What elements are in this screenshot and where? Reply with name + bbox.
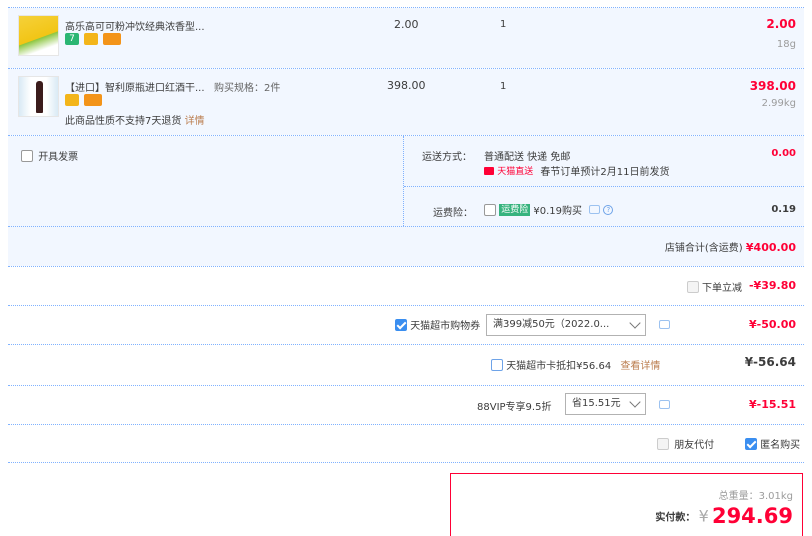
product-tags: 7 [65,33,123,45]
card-deduction-option[interactable]: 天猫超市卡抵扣¥56.64 查看详情 [491,357,660,372]
order-options-panel: 开具发票 运送方式： 普通配送 快递 免邮 天猫直送 春节订单预计2月11日前发… [8,136,804,266]
insurance-checkbox[interactable] [484,203,496,216]
insurance-badge: 运费险 [499,203,531,216]
quantity: 1 [500,81,507,92]
unit-price: 398.00 [387,79,426,92]
insurance-label: 运费险： [433,208,473,219]
anonymous-checkbox[interactable] [745,437,757,450]
actual-payment-label: 实付款： [655,512,696,524]
return-notice-text: 此商品性质不支持7天退货 [65,116,182,127]
instant-discount-option: 下单立减 [686,279,742,294]
divider [8,462,804,463]
shipping-cost: 0.00 [771,148,796,159]
product-name[interactable]: 高乐高可可粉冲饮经典浓香型... [65,18,205,33]
tmall-direct-icon [484,166,494,175]
chat-icon[interactable] [589,205,601,214]
return-detail-link[interactable]: 详情 [185,116,205,127]
return-notice: 此商品性质不支持7天退货 详情 [65,112,205,127]
vip-label: 88VIP专享9.5折 [477,402,552,413]
shipping-note: 春节订单预计2月11日前发货 [540,167,670,178]
insurance-option[interactable]: 运费险 ¥0.19购买 ? [484,202,614,217]
chevron-down-icon [629,396,641,408]
vertical-divider [403,136,404,226]
shipping-label: 运送方式： [422,152,472,163]
coupon-label: 天猫超市购物券 [410,321,481,332]
instant-discount-checkbox [686,280,699,293]
product-name[interactable]: 【进口】智利原瓶进口红酒干... [65,79,205,94]
guarantee-icon [65,94,79,106]
coupon-select[interactable]: 满399减50元（2022.0... [486,314,646,336]
unit-price: 2.00 [394,18,419,31]
help-icon[interactable]: ? [603,204,614,215]
store-total-value: ¥400.00 [745,241,796,254]
insurance-price: ¥0.19购买 [533,206,583,217]
item-weight: 2.99kg [761,98,796,109]
payment-summary: 总重量：3.01kg 实付款： ¥ 294.69 [450,473,803,536]
total-weight: 总重量：3.01kg [719,487,793,502]
total-weight-label: 总重量： [718,491,759,502]
product-tags [65,94,104,106]
guarantee-icon [84,33,99,45]
item-weight: 18g [776,39,796,50]
coupon-option[interactable]: 天猫超市购物券 [395,317,480,332]
chat-icon[interactable] [659,320,670,329]
store-total: 店铺合计(含运费) ¥400.00 [665,239,796,254]
card-deduction-label: 天猫超市卡抵扣¥56.64 [506,361,612,372]
item-subtotal: 398.00 [749,79,796,93]
shipping-method: 普通配送 快递 免邮 [484,152,571,163]
product-thumbnail[interactable] [18,15,59,56]
anonymous-option[interactable]: 匿名购买 [745,436,800,451]
card-detail-link[interactable]: 查看详情 [620,361,660,372]
actual-payment-amount: 294.69 [711,504,793,528]
order-item-row: 【进口】智利原瓶进口红酒干... 购买规格：2件 此商品性质不支持7天退货 详情… [8,69,804,135]
currency-symbol: ¥ [698,506,709,526]
card-deduction-row: 天猫超市卡抵扣¥56.64 查看详情 ¥-56.64 [8,345,804,385]
chat-icon[interactable] [659,400,670,409]
divider [404,186,804,187]
instant-discount-label: 下单立减 [702,283,742,294]
insurance-cost: 0.19 [771,204,796,215]
vip-select-value: 省15.51元 [572,398,621,409]
card-deduction-checkbox[interactable] [491,358,503,371]
card-icon [84,94,103,106]
seven-day-icon: 7 [65,33,79,45]
vip-discount-value: ¥-15.51 [748,398,796,411]
quantity: 1 [500,19,507,30]
payment-options-row: 朋友代付 匿名购买 [8,425,804,462]
vip-select[interactable]: 省15.51元 [565,393,646,415]
instant-discount-row: 下单立减 -¥39.80 [8,267,804,305]
actual-payment: 实付款： ¥ 294.69 [655,504,793,528]
order-item-row: 高乐高可可粉冲饮经典浓香型... 7 2.00 1 2.00 18g [8,8,804,68]
coupon-checkbox[interactable] [395,318,407,331]
item-subtotal: 2.00 [766,17,796,31]
chevron-down-icon [629,317,641,329]
invoice-checkbox[interactable] [21,149,33,162]
anonymous-label: 匿名购买 [760,440,801,451]
instant-discount-value: -¥39.80 [748,279,796,292]
coupon-row: 天猫超市购物券 满399减50元（2022.0... ¥-50.00 [8,306,804,344]
store-total-label: 店铺合计(含运费) [664,243,743,254]
friend-pay-checkbox [657,437,669,450]
product-thumbnail[interactable] [18,76,59,117]
coupon-select-value: 满399减50元（2022.0... [493,319,610,330]
tmall-direct-label: 天猫直送 [497,167,534,177]
card-icon [103,33,122,45]
coupon-value: ¥-50.00 [748,318,796,331]
invoice-option[interactable]: 开具发票 [21,148,78,163]
shipping-badge: 天猫直送 春节订单预计2月11日前发货 [484,163,669,178]
total-weight-value: 3.01kg [758,491,793,502]
vip-discount-row: 88VIP专享9.5折 省15.51元 ¥-15.51 [8,386,804,424]
divider [8,226,804,227]
invoice-label: 开具发票 [38,152,79,163]
friend-pay-option: 朋友代付 [657,436,714,451]
card-deduction-value: ¥-56.64 [744,355,796,369]
product-spec: 购买规格：2件 [214,83,281,94]
friend-pay-label: 朋友代付 [674,440,715,451]
